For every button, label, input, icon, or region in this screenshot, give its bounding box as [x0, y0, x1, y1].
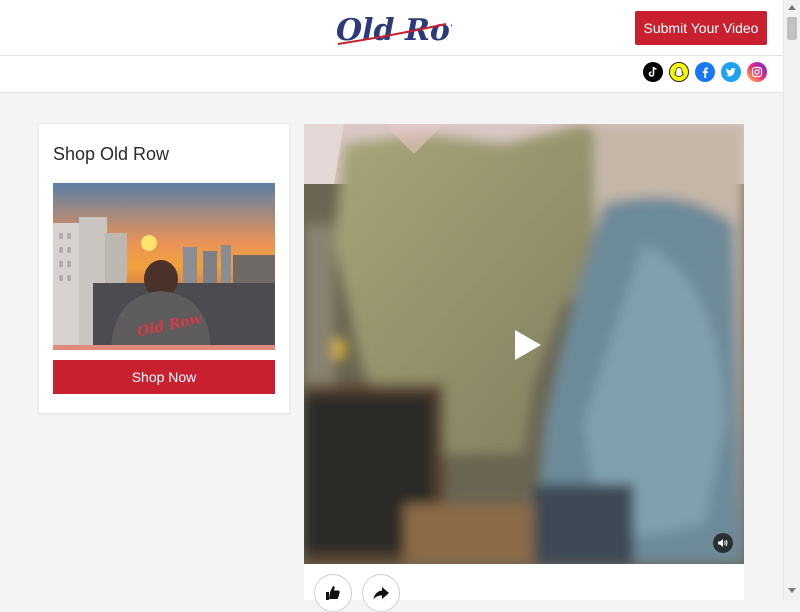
shop-card: Shop Old Row Old Row Shop Now [39, 124, 289, 413]
video-player[interactable] [304, 124, 744, 564]
volume-icon[interactable] [713, 533, 733, 553]
scroll-up-arrow[interactable] [788, 5, 796, 10]
page-scrollbar[interactable] [783, 0, 800, 600]
scroll-thumb[interactable] [787, 17, 797, 40]
shop-now-button[interactable]: Shop Now [53, 360, 275, 394]
share-button[interactable] [362, 574, 400, 612]
video-actions [304, 564, 744, 612]
scroll-down-arrow[interactable] [788, 588, 796, 593]
instagram-icon[interactable] [747, 62, 767, 82]
svg-text:Old Row: Old Row [336, 13, 452, 48]
submit-video-button[interactable]: Submit Your Video [635, 11, 767, 45]
thumbs-up-icon [326, 586, 340, 600]
share-icon [373, 587, 389, 600]
play-icon[interactable] [513, 328, 543, 362]
shop-card-title: Shop Old Row [53, 144, 170, 164]
site-header: Old Row Submit Your Video [0, 0, 783, 56]
old-row-logo[interactable]: Old Row [330, 6, 452, 50]
like-button[interactable] [314, 574, 352, 612]
twitter-icon[interactable] [721, 62, 741, 82]
facebook-icon[interactable] [695, 62, 715, 82]
social-bar [0, 56, 783, 93]
promo-image[interactable]: Old Row [53, 183, 275, 350]
tiktok-icon[interactable] [643, 62, 663, 82]
snapchat-icon[interactable] [669, 62, 689, 82]
